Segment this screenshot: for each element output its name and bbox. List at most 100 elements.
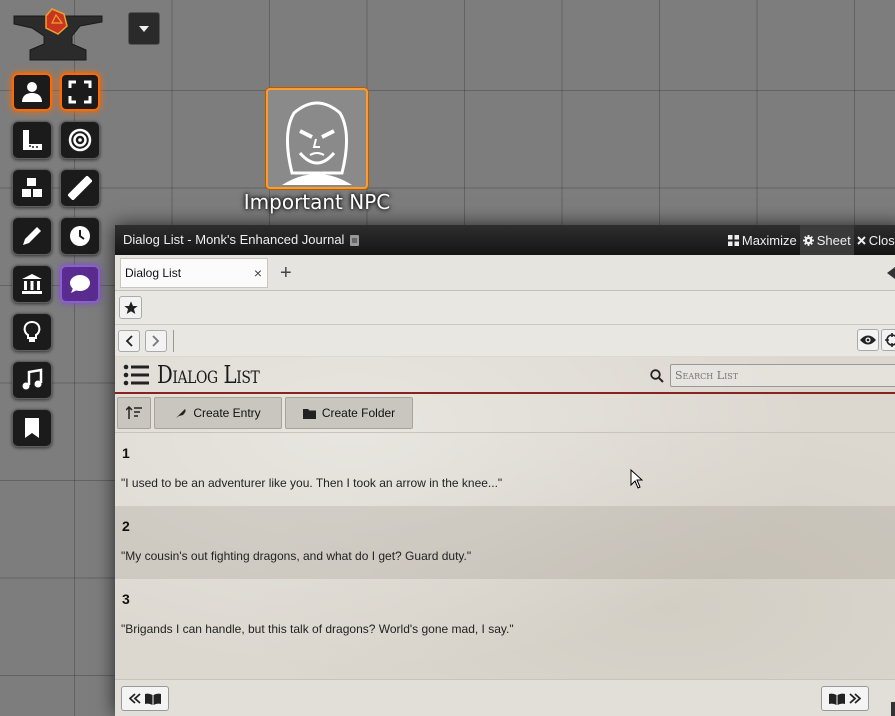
- feather-icon: [176, 409, 186, 418]
- gear-icon: [802, 234, 814, 246]
- list-icon: [123, 364, 149, 385]
- lightbulb-icon: [23, 321, 41, 342]
- close-icon: [857, 235, 866, 245]
- bookmark-bar: [115, 291, 895, 325]
- cubes-icon: [22, 178, 42, 197]
- time-button[interactable]: [60, 217, 100, 255]
- angle-double-right-icon: [849, 693, 861, 704]
- drawing-button[interactable]: [12, 217, 52, 255]
- entry-number: 1: [122, 445, 130, 461]
- bookmark-icon: [25, 418, 39, 438]
- back-button[interactable]: [118, 329, 140, 352]
- tab-label: Dialog List: [125, 265, 182, 280]
- action-bar: Create Entry Create Folder: [115, 394, 895, 433]
- token-name-label: Important NPC: [243, 190, 391, 214]
- show-to-players-button[interactable]: [857, 329, 879, 351]
- entry-text: "Brigands I can handle, but this talk of…: [121, 622, 514, 636]
- bookmark-star-button[interactable]: [119, 296, 142, 319]
- forward-button[interactable]: [145, 329, 167, 352]
- create-folder-button[interactable]: Create Folder: [285, 397, 413, 429]
- anvil-logo: [10, 8, 106, 62]
- star-icon: [123, 300, 138, 314]
- next-page-button[interactable]: [821, 686, 869, 711]
- window-title-container: Dialog List - Monk's Enhanced Journal: [123, 232, 725, 249]
- eye-icon: [860, 335, 876, 345]
- sheet-label: Sheet: [816, 232, 851, 248]
- person-icon: [22, 82, 42, 102]
- fullscreen-button[interactable]: [60, 73, 100, 111]
- notes-button[interactable]: [12, 409, 52, 447]
- search-container: [650, 364, 895, 387]
- angle-double-left-icon: [129, 693, 141, 704]
- maximize-label: Maximize: [741, 232, 797, 248]
- pencil-icon: [23, 227, 41, 245]
- clock-icon: [70, 226, 90, 246]
- journal-content: Dialog List Create Entry Create Folder 1…: [115, 357, 895, 716]
- close-label: Close: [868, 232, 895, 248]
- close-button[interactable]: Close: [854, 225, 895, 255]
- ruler-button[interactable]: [60, 169, 100, 207]
- tabs-bar: Dialog List × +: [115, 255, 895, 291]
- crosshairs-icon: [885, 333, 895, 347]
- sheet-button[interactable]: Sheet: [799, 225, 854, 255]
- chevron-right-icon: [152, 334, 160, 347]
- page-header: Dialog List: [115, 357, 895, 394]
- journal-footer: [115, 679, 895, 716]
- page-title: Dialog List: [157, 360, 260, 389]
- dialog-entry[interactable]: 2 "My cousin's out fighting dragons, and…: [115, 506, 895, 579]
- target-button[interactable]: [60, 121, 100, 159]
- entry-number: 2: [122, 518, 130, 534]
- add-tab-icon[interactable]: +: [280, 263, 292, 283]
- nav-divider: [173, 329, 174, 352]
- journal-window: Dialog List - Monk's Enhanced Journal Ma…: [115, 225, 895, 716]
- create-folder-label: Create Folder: [321, 406, 396, 420]
- journal-button[interactable]: [12, 265, 52, 303]
- entry-number: 3: [122, 591, 130, 607]
- lighting-button[interactable]: [12, 313, 52, 351]
- sounds-button[interactable]: [12, 361, 52, 399]
- locate-button[interactable]: [881, 329, 895, 351]
- caret-down-icon: [139, 25, 149, 32]
- window-actions: Maximize Sheet Close: [725, 225, 895, 255]
- folder-icon: [302, 408, 316, 419]
- dialog-entry[interactable]: 3 "Brigands I can handle, but this talk …: [115, 579, 895, 652]
- comment-icon: [70, 275, 90, 293]
- dialog-entry[interactable]: 1 "I used to be an adventurer like you. …: [115, 433, 895, 506]
- entry-text: "I used to be an adventurer like you. Th…: [121, 476, 503, 490]
- previous-page-button[interactable]: [121, 686, 169, 711]
- ruler-icon: [68, 176, 92, 200]
- npc-portrait-icon: [282, 101, 352, 185]
- create-entry-label: Create Entry: [193, 406, 261, 420]
- create-entry-button[interactable]: Create Entry: [154, 397, 282, 429]
- measure-button[interactable]: [12, 121, 52, 159]
- music-icon: [22, 368, 43, 390]
- maximize-button[interactable]: Maximize: [725, 225, 800, 255]
- tiles-button[interactable]: [12, 169, 52, 207]
- expand-icon: [68, 80, 92, 104]
- search-input[interactable]: [670, 364, 895, 387]
- caret-left-icon[interactable]: [887, 266, 895, 284]
- token-controls-button[interactable]: [12, 73, 52, 111]
- mouse-cursor-icon: [630, 468, 644, 494]
- dialog-button[interactable]: [60, 265, 100, 303]
- entry-text: "My cousin's out fighting dragons, and w…: [121, 549, 472, 563]
- tab-dialog-list[interactable]: Dialog List ×: [120, 257, 268, 288]
- tab-close-icon[interactable]: ×: [254, 265, 262, 281]
- sort-icon: [126, 406, 142, 419]
- npc-token[interactable]: [266, 88, 368, 189]
- bullseye-icon: [68, 128, 92, 152]
- landmark-icon: [22, 274, 42, 294]
- ruler-combined-icon: [23, 130, 42, 150]
- window-header[interactable]: Dialog List - Monk's Enhanced Journal Ma…: [115, 225, 895, 255]
- chevron-left-icon: [125, 334, 133, 347]
- sort-button[interactable]: [117, 397, 151, 429]
- window-resize-handle[interactable]: [891, 702, 895, 716]
- ownership-icon: [350, 234, 360, 249]
- book-open-icon: [145, 693, 161, 705]
- book-open-icon: [829, 693, 845, 705]
- maximize-icon: [727, 234, 739, 246]
- nav-right-controls: [857, 329, 895, 351]
- scene-controls-dropdown[interactable]: [128, 12, 160, 45]
- window-title: Dialog List - Monk's Enhanced Journal: [123, 231, 345, 247]
- navigation-bar: [115, 325, 895, 356]
